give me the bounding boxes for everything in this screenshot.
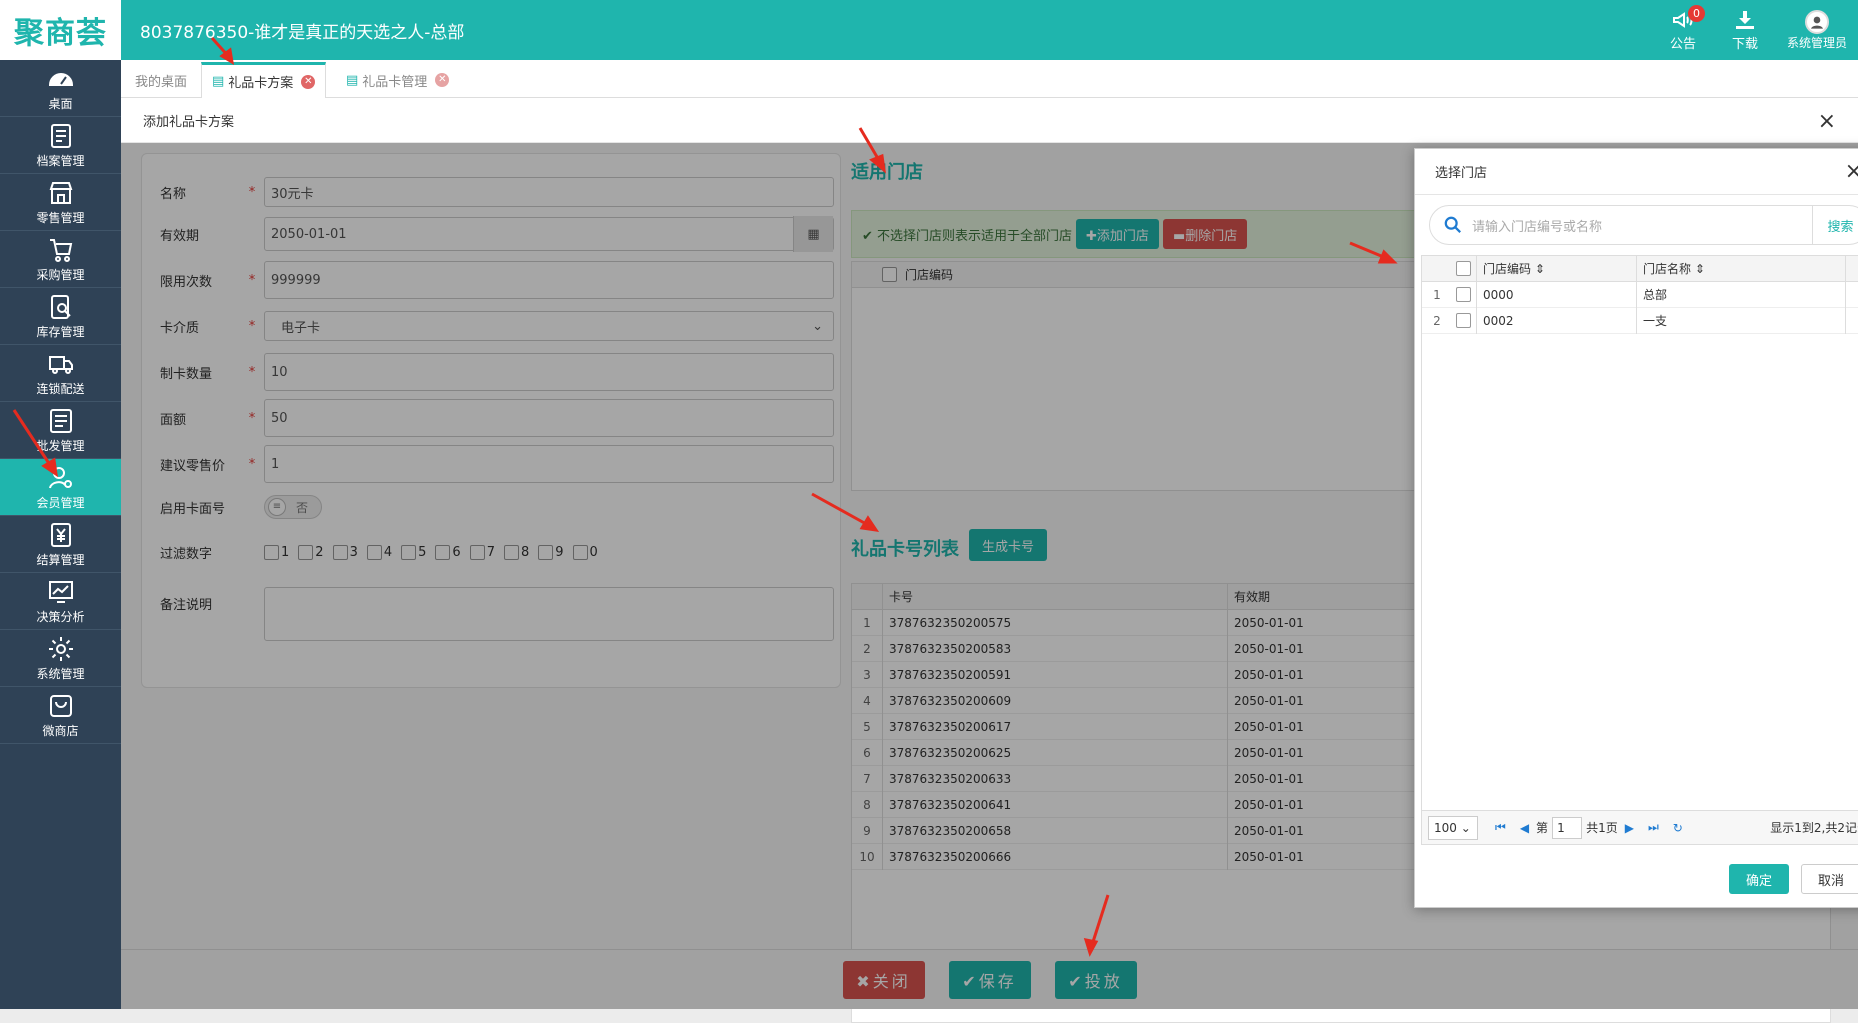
- page-input[interactable]: 1: [1552, 816, 1583, 839]
- sidebar-item-label: 系统管理: [36, 666, 85, 681]
- top-actions: 公告 0 下载 系统管理员: [1652, 0, 1858, 60]
- page-size-select[interactable]: 100 ⌄: [1428, 815, 1478, 840]
- last-page-icon[interactable]: ⏭: [1648, 820, 1659, 835]
- sidebar-item-wholesale[interactable]: 批发管理: [0, 402, 121, 459]
- archive-icon: [50, 123, 71, 148]
- table-icon: ▤: [346, 72, 359, 88]
- store-picker-table: 门店编码 ⇕ 门店名称 ⇕ 1 0000 总部 2 0002 一支 100 ⌄ …: [1421, 255, 1858, 845]
- sidebar-item-retail[interactable]: 零售管理: [0, 174, 121, 231]
- announcement-label: 公告: [1669, 37, 1696, 52]
- tab-label: 礼品卡方案: [228, 76, 294, 91]
- top-bar: 聚商荟 8037876350-谁才是真正的天选之人-总部 公告 0 下载 系统管…: [0, 0, 1858, 60]
- announcement-button[interactable]: 公告 0: [1652, 0, 1714, 60]
- sidebar-item-desktop[interactable]: 桌面: [0, 60, 121, 117]
- modal-header: 添加礼品卡方案 ×: [121, 98, 1858, 143]
- prev-page-icon[interactable]: ◀: [1520, 821, 1529, 835]
- dialog-title: 选择门店: [1435, 166, 1488, 181]
- tab-label: 我的桌面: [135, 74, 188, 90]
- inventory-icon: [50, 294, 71, 319]
- select-all-checkbox[interactable]: [1455, 261, 1471, 276]
- sidebar-item-purchase[interactable]: 采购管理: [0, 231, 121, 288]
- user-label: 系统管理员: [1786, 35, 1847, 50]
- dialog-footer: 确定 取消: [1415, 851, 1858, 907]
- download-button[interactable]: 下载: [1714, 0, 1776, 60]
- table-row[interactable]: 1 0000 总部: [1422, 281, 1858, 308]
- store-code: 0000: [1476, 281, 1636, 308]
- avatar-icon: [1805, 9, 1829, 34]
- sidebar-item-inventory[interactable]: 库存管理: [0, 288, 121, 345]
- wholesale-icon: [49, 408, 72, 433]
- sidebar-item-label: 库存管理: [36, 324, 85, 339]
- sidebar-item-label: 微商店: [42, 723, 79, 738]
- sidebar-item-label: 批发管理: [36, 438, 85, 453]
- modal-title: 添加礼品卡方案: [143, 114, 235, 130]
- sidebar-item-label: 连锁配送: [36, 381, 85, 396]
- user-menu[interactable]: 系统管理员: [1776, 0, 1858, 60]
- store-search-box: 请输入门店编号或名称 搜索: [1429, 205, 1858, 245]
- sidebar-item-label: 决策分析: [36, 609, 85, 624]
- tab-label: 礼品卡管理: [362, 74, 428, 90]
- total-pages: 共1页: [1586, 821, 1618, 835]
- first-page-icon[interactable]: ⏮: [1495, 820, 1506, 835]
- sidebar: 桌面 档案管理 零售管理 采购管理 库存管理 连锁配送 批发管理 会员管理 结算…: [0, 60, 121, 1009]
- sidebar-item-member[interactable]: 会员管理: [0, 459, 121, 516]
- dashboard-icon: [48, 72, 73, 86]
- sidebar-item-label: 档案管理: [36, 153, 85, 168]
- close-icon[interactable]: ×: [1818, 109, 1836, 134]
- row-checkbox[interactable]: [1455, 287, 1471, 302]
- sidebar-item-archive[interactable]: 档案管理: [0, 117, 121, 174]
- dialog-header: 选择门店 ×: [1415, 149, 1858, 195]
- search-button[interactable]: 搜索: [1812, 206, 1858, 244]
- bag-icon: [49, 694, 72, 717]
- sidebar-item-microstore[interactable]: 微商店: [0, 687, 121, 744]
- row-checkbox[interactable]: [1455, 313, 1471, 328]
- close-tab-icon[interactable]: ✕: [435, 73, 450, 87]
- tab-giftcard-plan[interactable]: ▤ 礼品卡方案 ✕: [201, 62, 327, 98]
- sidebar-item-label: 结算管理: [36, 552, 85, 567]
- sidebar-item-analysis[interactable]: 决策分析: [0, 573, 121, 630]
- download-label: 下载: [1731, 37, 1758, 52]
- store-name: 一支: [1636, 307, 1846, 334]
- download-icon: [1736, 11, 1754, 29]
- chart-icon: [48, 580, 73, 603]
- search-input[interactable]: 请输入门店编号或名称: [1472, 216, 1812, 235]
- sidebar-item-label: 会员管理: [36, 495, 85, 510]
- close-tab-icon[interactable]: ✕: [301, 74, 316, 89]
- tab-bar: 我的桌面 ▤ 礼品卡方案 ✕ ▤ 礼品卡管理 ✕: [121, 60, 1858, 98]
- sidebar-item-label: 采购管理: [36, 267, 85, 282]
- page-info: 显示1到2,共2记录: [1770, 821, 1858, 835]
- close-icon[interactable]: ×: [1845, 159, 1858, 184]
- page-prefix: 第: [1536, 821, 1549, 835]
- announcement-badge: 0: [1688, 5, 1705, 22]
- sidebar-item-label: 零售管理: [36, 210, 85, 225]
- tab-my-desktop[interactable]: 我的桌面: [125, 62, 197, 98]
- gear-icon: [48, 636, 73, 661]
- sidebar-item-settlement[interactable]: 结算管理: [0, 516, 121, 573]
- member-icon: [48, 466, 72, 488]
- sidebar-item-system[interactable]: 系统管理: [0, 630, 121, 687]
- search-icon: [1444, 216, 1461, 233]
- truck-icon: [48, 355, 73, 374]
- column-header[interactable]: 门店名称 ⇕: [1636, 255, 1846, 282]
- confirm-button[interactable]: 确定: [1729, 864, 1789, 894]
- store-icon: [49, 181, 72, 204]
- table-icon: ▤: [212, 74, 225, 89]
- sidebar-item-delivery[interactable]: 连锁配送: [0, 345, 121, 402]
- cancel-button[interactable]: 取消: [1801, 864, 1858, 894]
- table-row[interactable]: 2 0002 一支: [1422, 307, 1858, 334]
- store-code: 0002: [1476, 307, 1636, 334]
- app-logo[interactable]: 聚商荟: [0, 0, 121, 60]
- next-page-icon[interactable]: ▶: [1625, 821, 1634, 835]
- yuan-icon: [50, 522, 71, 547]
- sidebar-item-label: 桌面: [48, 96, 73, 111]
- pagination: 100 ⌄ ⏮ ◀ 第 1 共1页 ▶ ⏭ ↻ 显示1到2,共2记录: [1422, 810, 1858, 844]
- select-store-dialog: 选择门店 × 请输入门店编号或名称 搜索 门店编码 ⇕ 门店名称 ⇕ 1 000…: [1414, 148, 1858, 908]
- store-name: 总部: [1636, 281, 1846, 308]
- app-title: 8037876350-谁才是真正的天选之人-总部: [140, 23, 465, 43]
- store-picker-header: 门店编码 ⇕ 门店名称 ⇕: [1422, 255, 1858, 282]
- refresh-icon[interactable]: ↻: [1673, 821, 1683, 835]
- tab-giftcard-manage[interactable]: ▤ 礼品卡管理 ✕: [336, 62, 459, 98]
- column-header[interactable]: 门店编码 ⇕: [1476, 255, 1636, 282]
- cart-icon: [49, 238, 72, 262]
